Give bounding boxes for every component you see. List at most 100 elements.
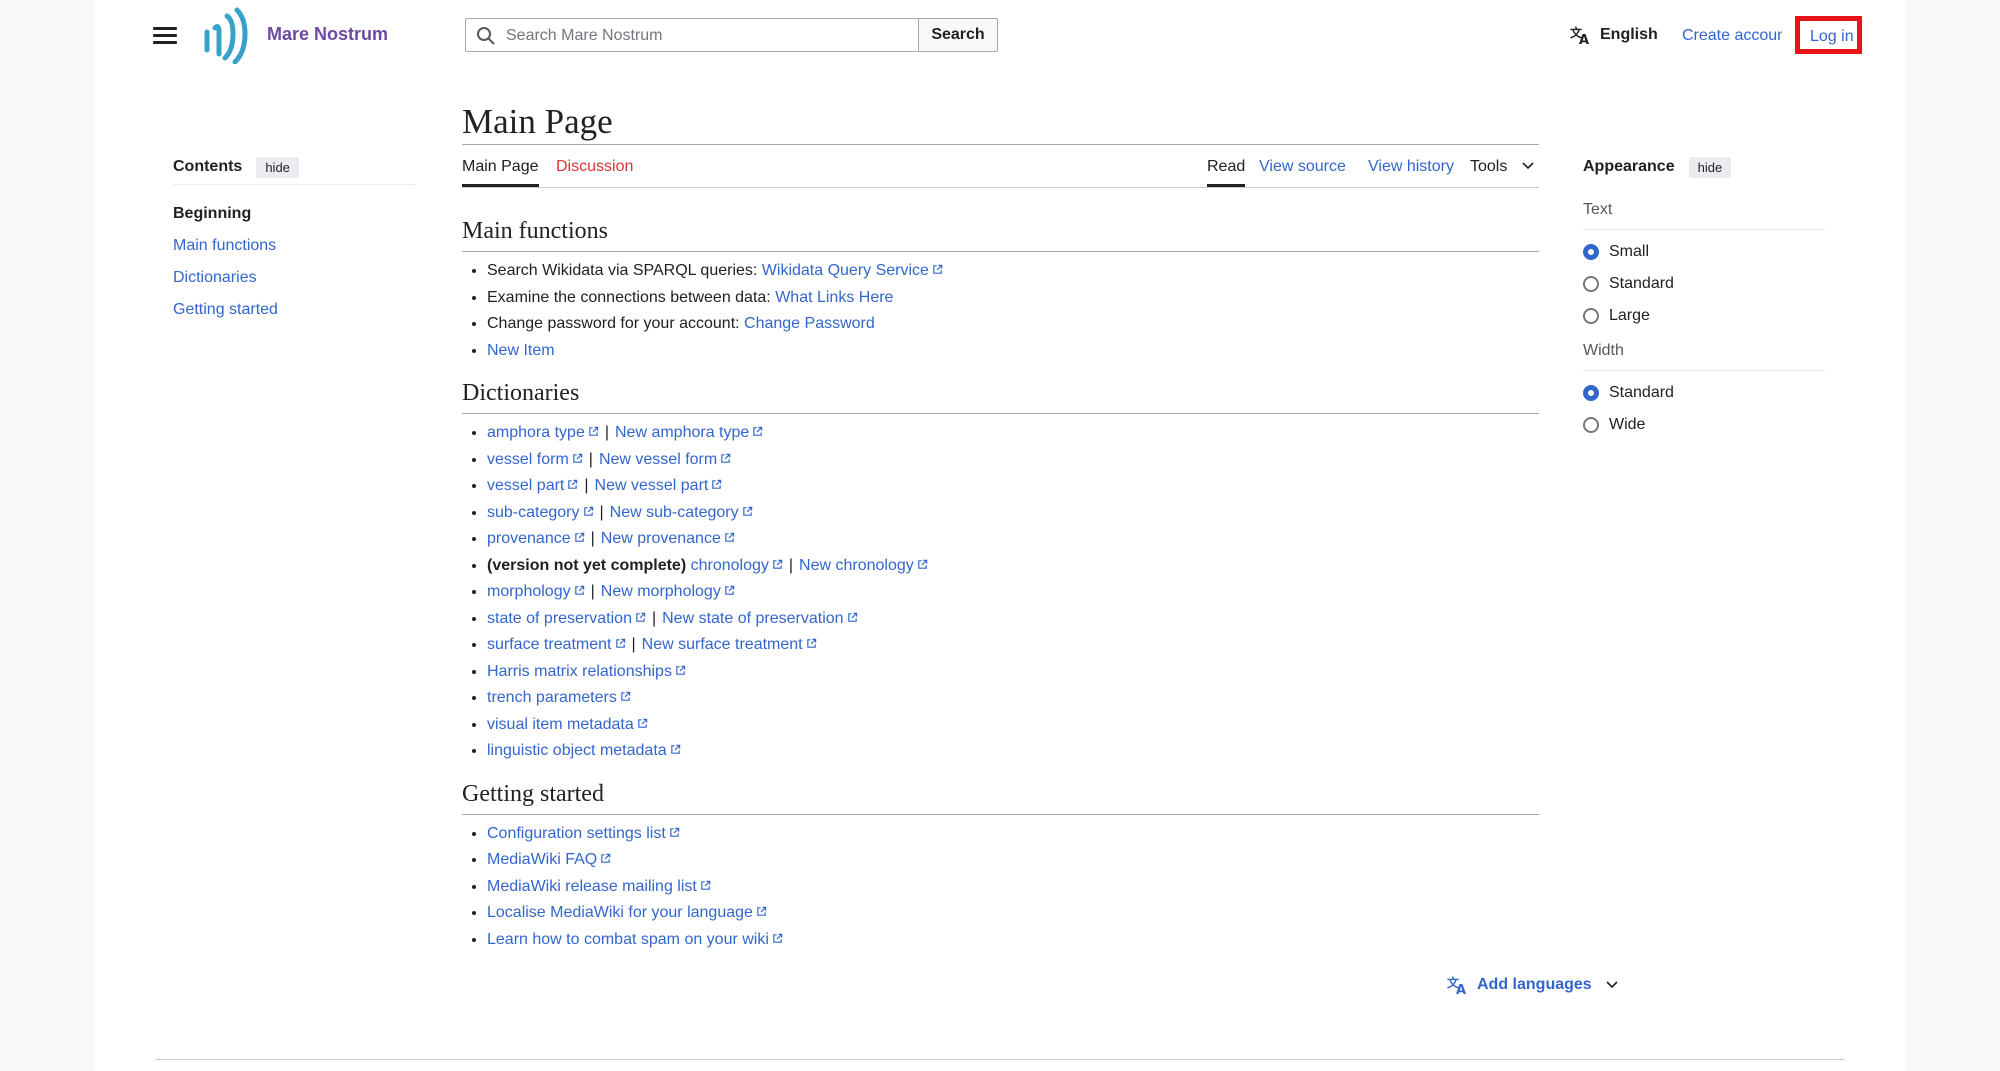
toc-item-beginning[interactable]: Beginning — [173, 205, 415, 224]
item-text: Search Wikidata via SPARQL queries: — [487, 262, 762, 279]
dictionary-link[interactable]: chronology — [691, 557, 769, 574]
add-languages-button[interactable]: 文 A Add languages — [1447, 975, 1626, 995]
option-label: Large — [1609, 307, 1650, 324]
tab-view-source[interactable]: View source — [1259, 158, 1346, 176]
getting-started-link[interactable]: Configuration settings list — [487, 825, 666, 842]
new-dictionary-entry-link[interactable]: New amphora type — [615, 424, 749, 441]
text-size-small-option[interactable]: Small — [1583, 236, 1825, 268]
dictionary-link[interactable]: visual item metadata — [487, 716, 634, 733]
dictionary-link[interactable]: morphology — [487, 583, 571, 600]
toc-link[interactable]: Getting started — [173, 301, 278, 318]
tab-discussion[interactable]: Discussion — [556, 158, 633, 176]
tab-read[interactable]: Read — [1207, 158, 1246, 187]
text-size-standard-option[interactable]: Standard — [1583, 268, 1825, 300]
external-link-icon — [725, 585, 735, 595]
site-name[interactable]: Mare Nostrum — [267, 24, 388, 45]
external-link-icon — [847, 612, 857, 622]
new-dictionary-entry-link[interactable]: New sub-category — [610, 504, 739, 521]
search-icon — [477, 27, 495, 45]
appearance-hide-button[interactable]: hide — [1688, 156, 1732, 178]
separator: | — [599, 503, 604, 521]
search-box[interactable] — [465, 18, 919, 53]
separator: | — [604, 424, 609, 441]
login-link[interactable]: Log in — [1810, 28, 1854, 46]
width-standard-option[interactable]: Standard — [1583, 377, 1825, 409]
dictionary-link[interactable]: trench parameters — [487, 689, 617, 706]
svg-text:A: A — [1456, 983, 1466, 995]
toc-item-getting-started[interactable]: Getting started — [173, 301, 415, 320]
external-link-icon — [701, 880, 711, 890]
external-link-icon — [574, 532, 584, 542]
dictionary-link[interactable]: vessel form — [487, 451, 569, 468]
external-link-icon — [583, 506, 593, 516]
list-item: Search Wikidata via SPARQL queries: Wiki… — [487, 260, 1539, 287]
radio-unselected[interactable] — [1583, 308, 1599, 324]
new-item-link[interactable]: New Item — [487, 342, 555, 359]
site-logo[interactable] — [203, 6, 249, 64]
language-button[interactable]: 文 A English — [1570, 25, 1658, 45]
tools-label: Tools — [1470, 158, 1508, 175]
new-dictionary-entry-link[interactable]: New morphology — [601, 583, 721, 600]
list-item: Configuration settings list — [487, 823, 1539, 850]
radio-selected[interactable] — [1583, 244, 1599, 260]
toc-item-main-functions[interactable]: Main functions — [173, 237, 415, 256]
width-wide-option[interactable]: Wide — [1583, 409, 1825, 441]
tab-main-page[interactable]: Main Page — [462, 158, 539, 187]
dictionary-link[interactable]: surface treatment — [487, 636, 612, 653]
list-item: amphora type | New amphora type — [487, 422, 1539, 449]
toc-header: Contents hide — [173, 150, 415, 185]
chevron-down-icon — [1606, 981, 1618, 989]
language-icon: 文 A — [1447, 975, 1466, 995]
create-account-link[interactable]: Create account — [1682, 27, 1782, 45]
toc-title: Contents — [173, 158, 243, 175]
radio-selected[interactable] — [1583, 385, 1599, 401]
wikidata-query-service-link[interactable]: Wikidata Query Service — [762, 262, 929, 279]
change-password-link[interactable]: Change Password — [744, 315, 875, 332]
tools-menu[interactable]: Tools — [1470, 158, 1534, 176]
option-label: Small — [1609, 243, 1650, 260]
getting-started-link[interactable]: MediaWiki FAQ — [487, 851, 597, 868]
language-icon: 文 A — [1570, 25, 1589, 45]
dictionary-link[interactable]: provenance — [487, 530, 571, 547]
dictionary-link[interactable]: sub-category — [487, 504, 580, 521]
list-item: vessel part | New vessel part — [487, 475, 1539, 502]
toc-link[interactable]: Main functions — [173, 237, 276, 254]
external-link-icon — [712, 479, 722, 489]
dictionary-link[interactable]: Harris matrix relationships — [487, 663, 672, 680]
external-link-icon — [753, 426, 763, 436]
list-item: linguistic object metadata — [487, 740, 1539, 767]
new-dictionary-entry-link[interactable]: New vessel form — [599, 451, 717, 468]
toc-item-dictionaries[interactable]: Dictionaries — [173, 269, 415, 288]
new-dictionary-entry-link[interactable]: New provenance — [601, 530, 721, 547]
radio-unselected[interactable] — [1583, 417, 1599, 433]
external-link-icon — [670, 827, 679, 837]
getting-started-link[interactable]: Learn how to combat spam on your wiki — [487, 931, 769, 948]
new-dictionary-entry-link[interactable]: New chronology — [799, 557, 914, 574]
getting-started-link[interactable]: MediaWiki release mailing list — [487, 878, 697, 895]
text-size-large-option[interactable]: Large — [1583, 300, 1825, 332]
separator: | — [590, 530, 595, 547]
toc-hide-button[interactable]: hide — [256, 156, 299, 178]
tab-view-history[interactable]: View history — [1368, 158, 1454, 176]
new-dictionary-entry-link[interactable]: New surface treatment — [642, 636, 803, 653]
option-label: Standard — [1609, 384, 1674, 401]
what-links-here-link[interactable]: What Links Here — [775, 289, 893, 306]
new-dictionary-entry-link[interactable]: New state of preservation — [662, 610, 843, 627]
search-input[interactable] — [504, 19, 908, 53]
dictionary-link[interactable]: linguistic object metadata — [487, 742, 667, 759]
dictionary-link[interactable]: state of preservation — [487, 610, 632, 627]
toc-link[interactable]: Dictionaries — [173, 269, 257, 286]
search-button[interactable]: Search — [918, 18, 998, 52]
list-item: MediaWiki release mailing list — [487, 876, 1539, 903]
dictionary-link[interactable]: vessel part — [487, 477, 564, 494]
dictionary-link[interactable]: amphora type — [487, 424, 585, 441]
getting-started-link[interactable]: Localise MediaWiki for your language — [487, 904, 753, 921]
option-label: Standard — [1609, 275, 1674, 292]
external-link-icon — [574, 585, 584, 595]
appearance-panel: Appearance hide Text Small Standard Larg… — [1583, 150, 1825, 441]
main-menu-icon[interactable] — [153, 24, 177, 48]
item-text: Change password for your account: — [487, 315, 745, 332]
main-functions-list: Search Wikidata via SPARQL queries: Wiki… — [462, 260, 1539, 366]
new-dictionary-entry-link[interactable]: New vessel part — [595, 477, 709, 494]
radio-unselected[interactable] — [1583, 276, 1599, 292]
